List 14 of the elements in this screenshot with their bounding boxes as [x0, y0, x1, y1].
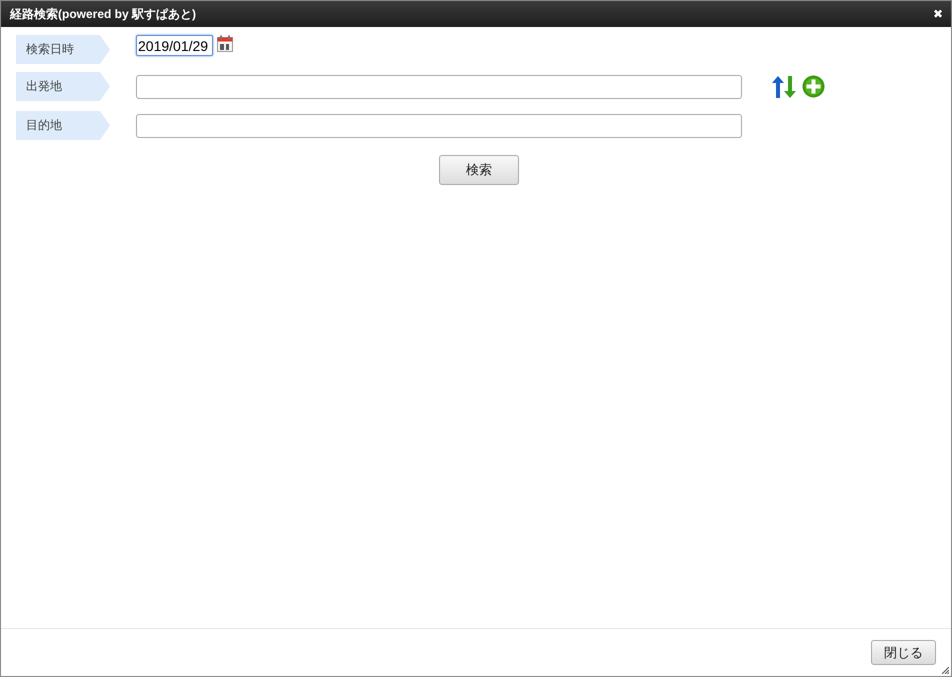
field-label: 目的地 [16, 111, 110, 140]
close-icon[interactable]: ✖ [932, 8, 943, 20]
swap-arrows-icon[interactable] [772, 76, 796, 98]
calendar-icon[interactable] [217, 35, 233, 52]
resize-grip-icon[interactable] [942, 667, 949, 674]
add-icon[interactable] [802, 75, 825, 98]
close-button[interactable]: 閉じる [871, 640, 936, 665]
date-field[interactable]: 2019/01/29 [136, 35, 213, 56]
search-button[interactable]: 検索 [439, 155, 519, 185]
window-title: 経路検索(powered by 駅すぱあと) [10, 6, 196, 22]
field-label: 出発地 [16, 72, 110, 101]
field-label: 検索日時 [16, 35, 110, 64]
input-field[interactable] [136, 74, 742, 98]
input-field[interactable] [136, 114, 742, 138]
